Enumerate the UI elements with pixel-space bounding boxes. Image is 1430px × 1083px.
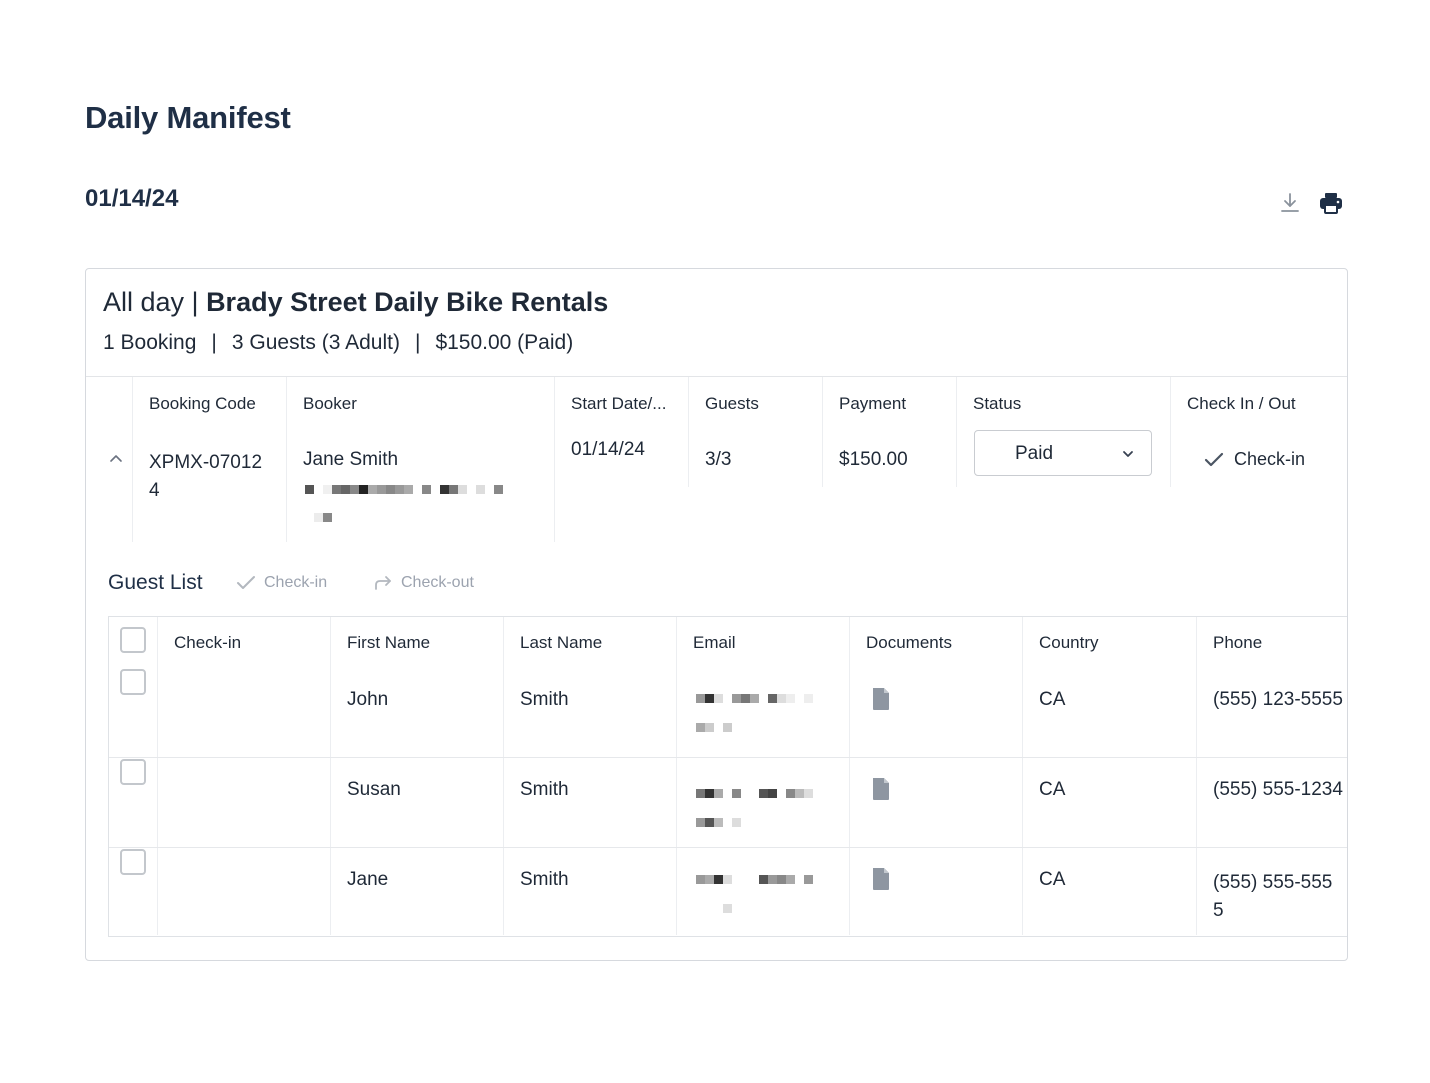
guest-first-name: John [347, 689, 389, 710]
column-divider [849, 617, 850, 935]
guest-first-name: Susan [347, 779, 401, 800]
row-divider [109, 757, 1347, 758]
row-divider [109, 847, 1347, 848]
collapse-row-chevron-up-icon[interactable] [106, 449, 126, 469]
guest-count: 3 Guests (3 Adult) [231, 331, 400, 354]
guest-country: CA [1039, 689, 1066, 710]
header-booker[interactable]: Booker [303, 394, 357, 414]
check-in-label: Check-in [1234, 449, 1306, 469]
column-divider [286, 377, 287, 542]
select-all-checkbox[interactable] [120, 627, 146, 653]
chevron-down-icon [1123, 451, 1133, 457]
column-divider [956, 377, 957, 487]
guest-phone: (555) 555-555 5 [1213, 869, 1332, 925]
header-guests[interactable]: Guests [705, 394, 759, 414]
guest-phone: (555) 555-1234 [1213, 779, 1343, 800]
download-icon[interactable] [1277, 190, 1303, 216]
column-divider [330, 617, 331, 935]
summary-separator: | [414, 331, 421, 354]
row-checkbox[interactable] [120, 759, 146, 785]
check-icon [237, 576, 255, 589]
header-start-date[interactable]: Start Date/... [571, 394, 666, 414]
event-card: All day | Brady Street Daily Bike Rental… [85, 268, 1348, 961]
event-title: All day | Brady Street Daily Bike Rental… [103, 287, 608, 318]
guest-ratio: 3/3 [705, 449, 732, 470]
header-booking-code[interactable]: Booking Code [149, 394, 256, 414]
print-icon[interactable] [1318, 190, 1344, 216]
header-documents[interactable]: Documents [866, 633, 952, 653]
guest-list-check-out-button[interactable]: Check-out [373, 574, 474, 592]
guest-email-redacted [696, 818, 741, 827]
column-divider [1022, 617, 1023, 935]
guest-email-redacted [696, 789, 813, 798]
manifest-date[interactable]: 01/14/24 [85, 185, 178, 213]
column-divider [554, 377, 555, 542]
guest-email-redacted [696, 694, 813, 703]
page-title: Daily Manifest [85, 100, 291, 135]
guest-phone-line: 5 [1213, 900, 1224, 921]
header-last-name[interactable]: Last Name [520, 633, 602, 653]
guest-email-redacted [696, 875, 813, 884]
status-select[interactable]: Paid [974, 430, 1152, 476]
guest-list-check-in-button[interactable]: Check-in [236, 574, 327, 592]
column-divider [1170, 377, 1171, 487]
booking-code-line: 4 [149, 480, 160, 501]
column-divider [822, 377, 823, 487]
event-time-label: All day | [103, 287, 207, 317]
booking-code-line: XPMX-07012 [149, 452, 263, 473]
payment-amount: $150.00 [839, 449, 908, 470]
event-name: Brady Street Daily Bike Rentals [206, 287, 609, 317]
event-total: $150.00 (Paid) [435, 331, 574, 354]
check-icon [1204, 452, 1224, 466]
guest-first-name: Jane [347, 869, 389, 890]
event-summary: 1 Booking | 3 Guests (3 Adult) | $150.00 (Pa… [103, 331, 573, 355]
column-divider [503, 617, 504, 935]
guest-email-redacted [696, 904, 732, 913]
guest-last-name: Smith [520, 689, 569, 710]
summary-separator: | [211, 331, 217, 354]
row-checkbox[interactable] [120, 669, 146, 695]
check-out-label: Check-out [401, 574, 474, 591]
header-check-in-out[interactable]: Check In / Out [1187, 394, 1296, 414]
check-in-label: Check-in [264, 574, 328, 591]
booker-email-redacted [314, 513, 332, 522]
column-divider [132, 377, 133, 542]
column-divider [157, 617, 158, 935]
guest-last-name: Smith [520, 869, 569, 890]
booking-code[interactable]: XPMX-07012 4 [149, 449, 262, 505]
document-icon[interactable] [871, 687, 891, 711]
booker-name[interactable]: Jane Smith [303, 449, 398, 471]
forward-arrow-icon [375, 576, 391, 590]
guest-email-redacted [696, 723, 732, 732]
divider [86, 376, 1347, 377]
guest-table: Check-in First Name Last Name Email Docu… [108, 616, 1347, 937]
booking-count: 1 Booking [103, 331, 197, 354]
guest-country: CA [1039, 779, 1066, 800]
header-status[interactable]: Status [973, 394, 1021, 414]
booker-email-redacted [305, 485, 503, 494]
column-divider [1196, 617, 1197, 935]
guest-phone: (555) 123-5555 [1213, 689, 1343, 710]
header-email[interactable]: Email [693, 633, 736, 653]
column-divider [676, 617, 677, 935]
document-icon[interactable] [871, 777, 891, 801]
start-date: 01/14/24 [571, 439, 645, 460]
guest-phone-line: (555) 555-555 [1213, 872, 1333, 893]
document-icon[interactable] [871, 867, 891, 891]
header-phone[interactable]: Phone [1213, 633, 1262, 653]
column-divider [688, 377, 689, 487]
booking-check-in-button[interactable]: Check-in [1203, 449, 1305, 470]
header-country[interactable]: Country [1039, 633, 1099, 653]
header-check-in[interactable]: Check-in [174, 633, 241, 653]
status-value: Paid [1015, 443, 1054, 464]
header-first-name[interactable]: First Name [347, 633, 430, 653]
guest-country: CA [1039, 869, 1066, 890]
guest-list-title: Guest List [108, 571, 203, 594]
header-payment[interactable]: Payment [839, 394, 906, 414]
row-checkbox[interactable] [120, 849, 146, 875]
guest-last-name: Smith [520, 779, 569, 800]
